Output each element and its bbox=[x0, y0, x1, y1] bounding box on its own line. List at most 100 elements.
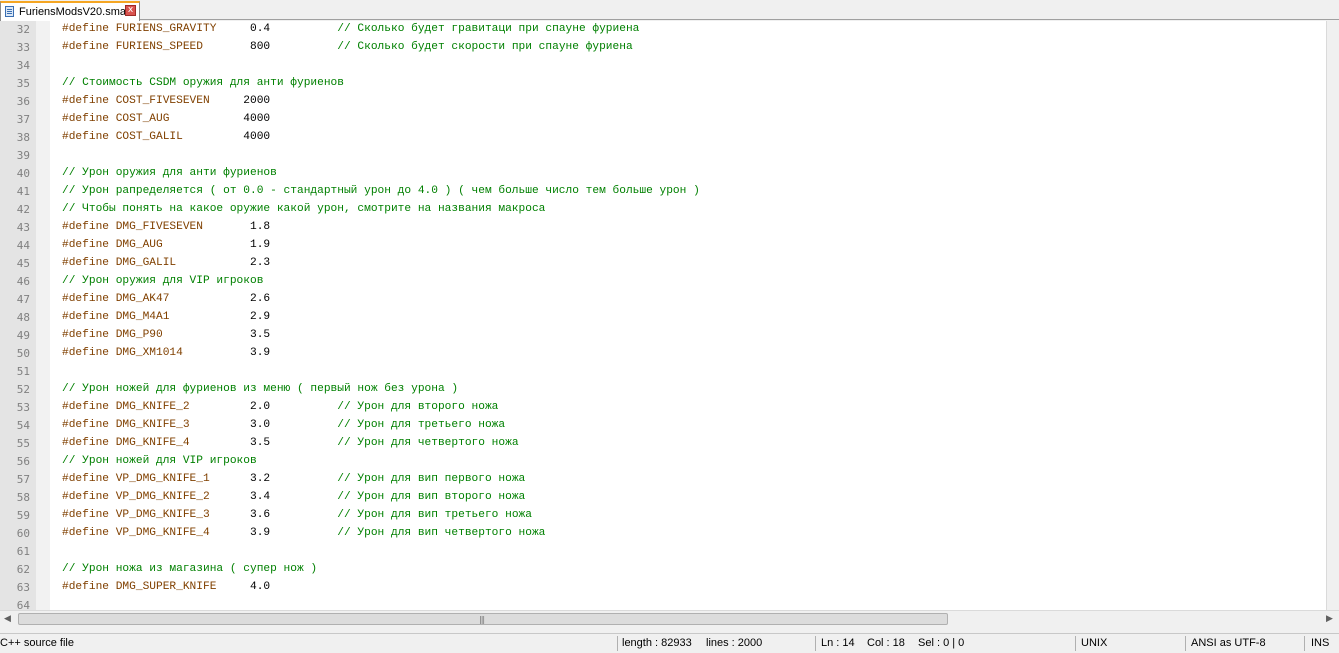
status-lines: lines : 2000 bbox=[706, 637, 763, 649]
code-line[interactable]: 58 #define VP_DMG_KNIFE_2 3.4 // Урон для… bbox=[0, 489, 1326, 507]
code-text[interactable]: #define DMG_KNIFE_2 2.0 // Урон для втор… bbox=[62, 401, 498, 413]
code-line[interactable]: 53 #define DMG_KNIFE_2 2.0 // Урон для вт… bbox=[0, 399, 1326, 417]
comment-token: // Урон для вип первого ножа bbox=[337, 473, 526, 485]
code-line[interactable]: 49 #define DMG_P90 3.5 bbox=[0, 327, 1326, 345]
code-text[interactable]: #define DMG_GALIL 2.3 bbox=[62, 257, 270, 269]
code-text[interactable]: // Урон ножей для фуриенов из меню ( пер… bbox=[62, 383, 458, 395]
horizontal-scrollbar[interactable]: ◀ ||| ▶ bbox=[0, 610, 1339, 627]
code-line[interactable]: 38 #define COST_GALIL 4000 bbox=[0, 129, 1326, 147]
code-line[interactable]: 33 #define FURIENS_SPEED 800 // Сколько б… bbox=[0, 39, 1326, 57]
define-token: #define COST_GALIL bbox=[62, 131, 244, 143]
value-token: 4000 bbox=[243, 113, 271, 125]
code-text[interactable]: #define COST_AUG 4000 bbox=[62, 113, 270, 125]
line-number: 38 bbox=[16, 131, 30, 144]
code-line[interactable]: 32 #define FURIENS_GRAVITY 0.4 // Сколько… bbox=[0, 21, 1326, 39]
code-line[interactable]: 57 #define VP_DMG_KNIFE_1 3.2 // Урон для… bbox=[0, 471, 1326, 489]
tab-label: FuriensModsV20.sma bbox=[19, 6, 126, 18]
status-mode[interactable]: INS bbox=[1311, 634, 1329, 653]
code-line[interactable]: 44 #define DMG_AUG 1.9 bbox=[0, 237, 1326, 255]
code-line[interactable]: 64 bbox=[0, 597, 1326, 610]
code-line[interactable]: 39 bbox=[0, 147, 1326, 165]
status-divider bbox=[1304, 636, 1305, 651]
code-text[interactable]: #define FURIENS_SPEED 800 // Сколько буд… bbox=[62, 41, 633, 53]
code-text[interactable]: #define COST_FIVESEVEN 2000 bbox=[62, 95, 270, 107]
value-token: 4.0 bbox=[249, 581, 271, 593]
value-token: 4000 bbox=[243, 131, 271, 143]
scroll-right-icon[interactable]: ▶ bbox=[1326, 614, 1333, 624]
code-line[interactable]: 55 #define DMG_KNIFE_4 3.5 // Урон для че… bbox=[0, 435, 1326, 453]
code-text[interactable]: #define FURIENS_GRAVITY 0.4 // Сколько б… bbox=[62, 23, 639, 35]
comment-token: // Урон для второго ножа bbox=[337, 401, 499, 413]
comment-token: // Урон для четвертого ножа bbox=[337, 437, 519, 449]
line-number: 59 bbox=[16, 509, 30, 522]
code-line[interactable]: 35 // Стоимость CSDM оружия для анти фури… bbox=[0, 75, 1326, 93]
code-text[interactable]: // Урон рапределяется ( от 0.0 - стандар… bbox=[62, 185, 700, 197]
code-line[interactable]: 45 #define DMG_GALIL 2.3 bbox=[0, 255, 1326, 273]
value-token: 3.5 bbox=[249, 329, 271, 341]
scroll-thumb[interactable]: ||| bbox=[18, 613, 948, 625]
status-encoding[interactable]: ANSI as UTF-8 bbox=[1191, 634, 1266, 653]
value-token: 2000 bbox=[243, 95, 271, 107]
vertical-scrollbar[interactable] bbox=[1326, 21, 1339, 610]
code-text[interactable]: #define DMG_M4A1 2.9 bbox=[62, 311, 270, 323]
code-line[interactable]: 43 #define DMG_FIVESEVEN 1.8 bbox=[0, 219, 1326, 237]
code-line[interactable]: 36 #define COST_FIVESEVEN 2000 bbox=[0, 93, 1326, 111]
code-text[interactable]: #define VP_DMG_KNIFE_3 3.6 // Урон для в… bbox=[62, 509, 532, 521]
line-number: 33 bbox=[16, 41, 30, 54]
status-eol[interactable]: UNIX bbox=[1081, 634, 1107, 653]
value-token: 3.0 bbox=[249, 419, 338, 431]
line-number: 39 bbox=[16, 149, 30, 162]
code-line[interactable]: 51 bbox=[0, 363, 1326, 381]
code-lines[interactable]: 32 #define FURIENS_GRAVITY 0.4 // Сколько… bbox=[0, 21, 1326, 610]
code-text[interactable]: // Урон ножа из магазина ( супер нож ) bbox=[62, 563, 317, 575]
code-text[interactable]: #define DMG_P90 3.5 bbox=[62, 329, 270, 341]
code-line[interactable]: 48 #define DMG_M4A1 2.9 bbox=[0, 309, 1326, 327]
comment-token: // Урон оружия для VIP игроков bbox=[62, 275, 264, 287]
code-text[interactable]: #define DMG_AUG 1.9 bbox=[62, 239, 270, 251]
code-text[interactable]: // Чтобы понять на какое оружие какой ур… bbox=[62, 203, 545, 215]
status-divider bbox=[815, 636, 816, 651]
code-text[interactable]: #define DMG_AK47 2.6 bbox=[62, 293, 270, 305]
code-text[interactable]: #define DMG_XM1014 3.9 bbox=[62, 347, 270, 359]
comment-token: // Урон ножей для фуриенов из меню ( пер… bbox=[62, 383, 459, 395]
code-line[interactable]: 34 bbox=[0, 57, 1326, 75]
close-icon[interactable]: x bbox=[125, 5, 136, 16]
code-text[interactable]: // Урон ножей для VIP игроков bbox=[62, 455, 257, 467]
code-text[interactable]: #define DMG_FIVESEVEN 1.8 bbox=[62, 221, 270, 233]
code-text[interactable]: #define VP_DMG_KNIFE_4 3.9 // Урон для в… bbox=[62, 527, 545, 539]
code-line[interactable]: 40 // Урон оружия для анти фуриенов bbox=[0, 165, 1326, 183]
code-text[interactable]: // Стоимость CSDM оружия для анти фуриен… bbox=[62, 77, 344, 89]
file-tab[interactable]: FuriensModsV20.sma x bbox=[0, 1, 140, 21]
code-line[interactable]: 60 #define VP_DMG_KNIFE_4 3.9 // Урон для… bbox=[0, 525, 1326, 543]
code-text[interactable]: #define COST_GALIL 4000 bbox=[62, 131, 270, 143]
code-text[interactable]: #define VP_DMG_KNIFE_1 3.2 // Урон для в… bbox=[62, 473, 525, 485]
line-number: 52 bbox=[16, 383, 30, 396]
code-line[interactable]: 56 // Урон ножей для VIP игроков bbox=[0, 453, 1326, 471]
code-line[interactable]: 62 // Урон ножа из магазина ( супер нож ) bbox=[0, 561, 1326, 579]
line-number: 49 bbox=[16, 329, 30, 342]
code-editor[interactable]: 32 #define FURIENS_GRAVITY 0.4 // Сколько… bbox=[0, 21, 1339, 610]
code-line[interactable]: 47 #define DMG_AK47 2.6 bbox=[0, 291, 1326, 309]
code-line[interactable]: 52 // Урон ножей для фуриенов из меню ( п… bbox=[0, 381, 1326, 399]
code-text[interactable]: // Урон оружия для VIP игроков bbox=[62, 275, 263, 287]
line-number: 43 bbox=[16, 221, 30, 234]
code-line[interactable]: 42 // Чтобы понять на какое оружие какой … bbox=[0, 201, 1326, 219]
code-line[interactable]: 46 // Урон оружия для VIP игроков bbox=[0, 273, 1326, 291]
code-text[interactable]: #define DMG_KNIFE_4 3.5 // Урон для четв… bbox=[62, 437, 519, 449]
code-line[interactable]: 63 #define DMG_SUPER_KNIFE 4.0 bbox=[0, 579, 1326, 597]
code-text[interactable]: // Урон оружия для анти фуриенов bbox=[62, 167, 277, 179]
code-line[interactable]: 61 bbox=[0, 543, 1326, 561]
code-line[interactable]: 41 // Урон рапределяется ( от 0.0 - станд… bbox=[0, 183, 1326, 201]
value-token: 3.6 bbox=[249, 509, 338, 521]
code-line[interactable]: 59 #define VP_DMG_KNIFE_3 3.6 // Урон для… bbox=[0, 507, 1326, 525]
code-line[interactable]: 37 #define COST_AUG 4000 bbox=[0, 111, 1326, 129]
line-number: 37 bbox=[16, 113, 30, 126]
code-text[interactable]: #define DMG_KNIFE_3 3.0 // Урон для трет… bbox=[62, 419, 505, 431]
line-number: 45 bbox=[16, 257, 30, 270]
code-line[interactable]: 54 #define DMG_KNIFE_3 3.0 // Урон для тр… bbox=[0, 417, 1326, 435]
code-text[interactable]: #define DMG_SUPER_KNIFE 4.0 bbox=[62, 581, 270, 593]
code-text[interactable]: #define VP_DMG_KNIFE_2 3.4 // Урон для в… bbox=[62, 491, 525, 503]
code-line[interactable]: 50 #define DMG_XM1014 3.9 bbox=[0, 345, 1326, 363]
scroll-left-icon[interactable]: ◀ bbox=[4, 614, 11, 624]
line-number: 32 bbox=[16, 23, 30, 36]
